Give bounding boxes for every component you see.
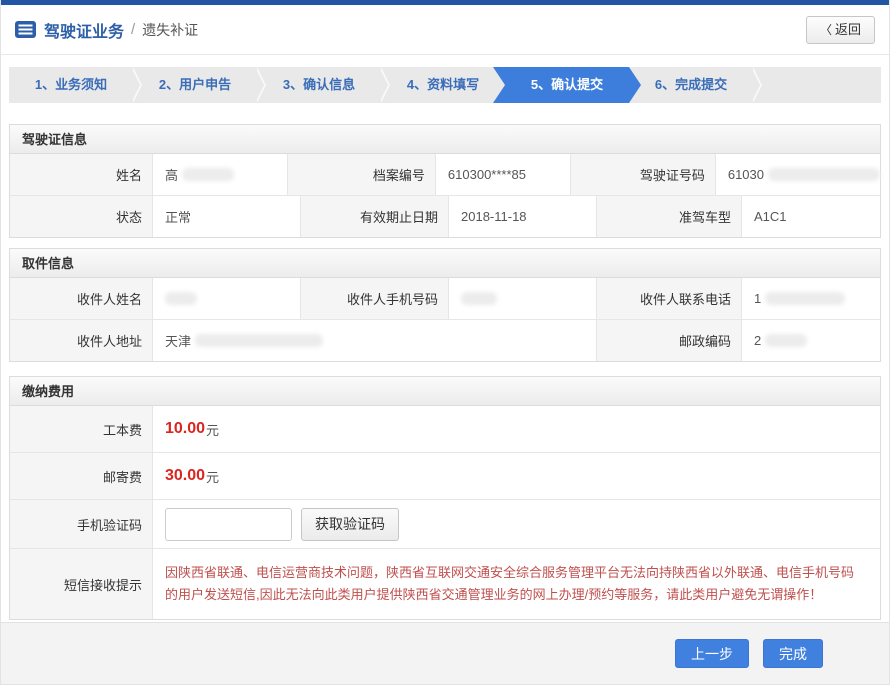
- step-2-user-declaration: 2、用户申告: [133, 67, 257, 103]
- page-header: 驾驶证业务 / 遗失补证 〈返回: [1, 5, 889, 55]
- production-fee-label: 工本费: [10, 406, 152, 452]
- vehicle-class-label: 准驾车型: [596, 196, 741, 237]
- table-row: 工本费 10.00元: [10, 406, 880, 452]
- license-info-section: 驾驶证信息 姓名 高 档案编号 610300****85 驾驶证号码 61030…: [9, 124, 881, 238]
- redacted-blur: [195, 334, 323, 347]
- recipient-phone-value: 1: [741, 278, 880, 319]
- sms-code-cell: 获取验证码: [152, 500, 880, 548]
- redacted-blur: [765, 292, 845, 305]
- back-button-label: 返回: [835, 22, 861, 37]
- sms-notice-text: 因陕西省联通、电信运营商技术问题，陕西省互联网交通安全综合服务管理平台无法向持陕…: [152, 549, 880, 619]
- production-fee-amount: 10.00: [165, 420, 205, 438]
- redacted-blur: [461, 292, 497, 305]
- back-button[interactable]: 〈返回: [806, 16, 875, 44]
- postage-fee-unit: 元: [206, 467, 219, 486]
- recipient-address-label: 收件人地址: [10, 320, 152, 361]
- list-icon: [15, 21, 36, 38]
- finish-button[interactable]: 完成: [763, 639, 823, 668]
- redacted-blur: [165, 292, 197, 305]
- previous-step-button[interactable]: 上一步: [675, 639, 749, 668]
- wizard-steps: 1、业务须知 2、用户申告 3、确认信息 4、资料填写 5、确认提交 6、完成提…: [9, 67, 881, 103]
- sms-code-label: 手机验证码: [10, 500, 152, 548]
- recipient-phone-label: 收件人联系电话: [596, 278, 741, 319]
- sms-notice-label: 短信接收提示: [10, 549, 152, 619]
- file-number-value: 610300****85: [435, 154, 570, 195]
- postage-fee-label: 邮寄费: [10, 453, 152, 499]
- redacted-blur: [768, 168, 880, 181]
- step-1-business-notice: 1、业务须知: [9, 67, 133, 103]
- status-label: 状态: [10, 196, 152, 237]
- postage-fee-value: 30.00元: [152, 453, 880, 499]
- redacted-blur: [182, 168, 234, 181]
- pickup-info-section: 取件信息 收件人姓名 收件人手机号码 收件人联系电话 1 收件人地址 天津 邮政…: [9, 248, 881, 362]
- production-fee-value: 10.00元: [152, 406, 880, 452]
- name-label: 姓名: [10, 154, 152, 195]
- get-sms-code-button[interactable]: 获取验证码: [301, 508, 399, 541]
- table-row: 手机验证码 获取验证码: [10, 499, 880, 548]
- valid-until-value: 2018-11-18: [448, 196, 596, 237]
- fees-section-title: 缴纳费用: [10, 377, 880, 406]
- table-row: 状态 正常 有效期止日期 2018-11-18 准驾车型 A1C1: [10, 195, 880, 237]
- breadcrumb-separator: /: [131, 21, 135, 38]
- fees-section: 缴纳费用 工本费 10.00元 邮寄费 30.00元 手机验证码 获取验证码 短…: [9, 376, 881, 620]
- step-5-confirm-submit: 5、确认提交: [493, 67, 641, 103]
- recipient-name-value: [152, 278, 300, 319]
- table-row: 短信接收提示 因陕西省联通、电信运营商技术问题，陕西省互联网交通安全综合服务管理…: [10, 548, 880, 619]
- name-value: 高: [152, 154, 287, 195]
- table-row: 邮寄费 30.00元: [10, 452, 880, 499]
- table-row: 姓名 高 档案编号 610300****85 驾驶证号码 61030: [10, 154, 880, 195]
- recipient-address-value: 天津: [152, 320, 596, 361]
- recipient-name-label: 收件人姓名: [10, 278, 152, 319]
- page-title: 驾驶证业务: [44, 18, 124, 42]
- postal-code-label: 邮政编码: [596, 320, 741, 361]
- breadcrumb: 遗失补证: [142, 20, 198, 40]
- file-number-label: 档案编号: [287, 154, 435, 195]
- production-fee-unit: 元: [206, 420, 219, 439]
- pickup-section-title: 取件信息: [10, 249, 880, 278]
- sms-code-input[interactable]: [165, 508, 292, 541]
- valid-until-label: 有效期止日期: [300, 196, 448, 237]
- recipient-mobile-label: 收件人手机号码: [300, 278, 448, 319]
- step-6-finish-submit: 6、完成提交: [629, 67, 753, 103]
- footer-action-bar: 上一步 完成: [1, 622, 889, 684]
- step-3-confirm-info: 3、确认信息: [257, 67, 381, 103]
- vehicle-class-value: A1C1: [741, 196, 880, 237]
- table-row: 收件人姓名 收件人手机号码 收件人联系电话 1: [10, 278, 880, 319]
- license-number-value: 61030: [715, 154, 880, 195]
- back-chevron-icon: 〈: [820, 23, 832, 37]
- postal-code-value: 2: [741, 320, 880, 361]
- step-4-fill-data: 4、资料填写: [381, 67, 505, 103]
- redacted-blur: [765, 334, 807, 347]
- status-value: 正常: [152, 196, 300, 237]
- postage-fee-amount: 30.00: [165, 467, 205, 485]
- license-number-label: 驾驶证号码: [570, 154, 715, 195]
- table-row: 收件人地址 天津 邮政编码 2: [10, 319, 880, 361]
- license-section-title: 驾驶证信息: [10, 125, 880, 154]
- recipient-mobile-value: [448, 278, 596, 319]
